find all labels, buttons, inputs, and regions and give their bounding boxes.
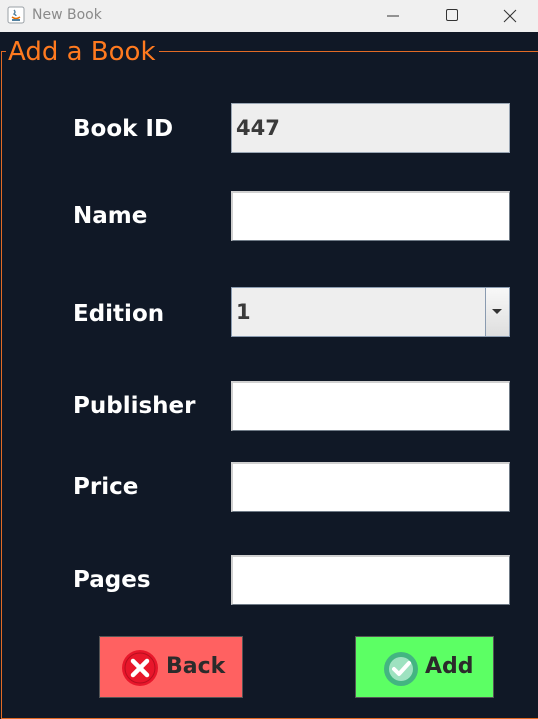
publisher-input[interactable] <box>231 381 510 431</box>
edition-dropdown-button[interactable] <box>485 288 509 336</box>
x-circle-icon <box>122 650 158 686</box>
window-content: Add a Book Book ID 447 Name Edition 1 Pu… <box>0 33 538 719</box>
price-input[interactable] <box>231 462 510 512</box>
book-id-label: Book ID <box>73 116 174 142</box>
pages-input[interactable] <box>231 555 510 605</box>
title-bar: New Book <box>0 0 538 32</box>
name-label: Name <box>73 203 148 229</box>
book-id-field: 447 <box>231 103 510 153</box>
group-title: Add a Book <box>6 35 159 69</box>
back-button[interactable]: Back <box>99 636 243 698</box>
maximize-button[interactable] <box>422 0 480 32</box>
add-button[interactable]: Add <box>355 636 494 698</box>
add-button-label: Add <box>425 654 474 679</box>
close-icon <box>503 9 517 23</box>
close-button[interactable] <box>480 0 538 32</box>
minimize-button[interactable] <box>364 0 422 32</box>
minimize-icon <box>387 15 399 17</box>
check-circle-icon <box>384 652 418 686</box>
chevron-down-icon <box>492 309 502 314</box>
pages-label: Pages <box>73 567 151 593</box>
edition-label: Edition <box>73 301 165 327</box>
back-button-label: Back <box>166 654 226 679</box>
maximize-icon <box>446 9 458 21</box>
window-title: New Book <box>32 7 102 23</box>
publisher-label: Publisher <box>73 393 196 419</box>
edition-select[interactable]: 1 <box>231 287 510 337</box>
price-label: Price <box>73 474 139 500</box>
edition-selected-value: 1 <box>236 300 251 324</box>
java-icon <box>7 6 25 24</box>
book-id-value: 447 <box>236 116 280 140</box>
name-input[interactable] <box>231 191 510 241</box>
